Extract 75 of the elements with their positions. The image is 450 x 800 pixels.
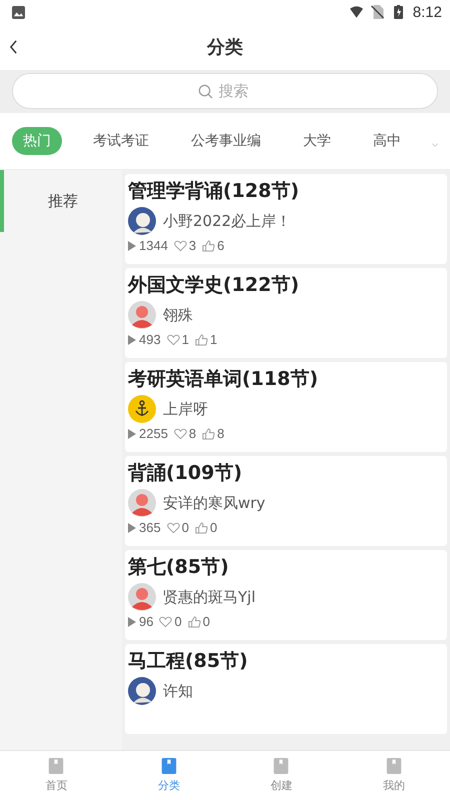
book-icon [160, 757, 177, 775]
play-icon [128, 240, 136, 250]
author-name: 翎殊 [163, 306, 193, 324]
course-card[interactable]: 第七(85节) 贤惠的斑马Yjl 96 0 0 [125, 550, 447, 640]
play-count: 96 [139, 614, 154, 629]
course-card[interactable]: 考研英语单词(118节) 上岸呀 2255 8 8 [125, 362, 447, 452]
thumbs-up-icon [202, 240, 216, 252]
favorite-count: 1 [182, 332, 189, 347]
play-count: 365 [139, 520, 161, 535]
author-name: 小野2022必上岸！ [163, 212, 292, 230]
thumbs-up-icon [194, 334, 208, 346]
course-title: 第七(85节) [128, 555, 230, 580]
course-card[interactable]: 背誦(109节) 安详的寒风wry 365 0 0 [125, 456, 447, 546]
nav-tab[interactable]: 我的 [358, 751, 429, 800]
play-count: 2255 [139, 426, 168, 441]
play-icon [128, 616, 136, 626]
like-count: 0 [210, 520, 218, 535]
thumbs-up-icon [194, 522, 208, 534]
book-icon [386, 757, 402, 775]
clock-time: 8:12 [412, 4, 442, 20]
favorite-count: 0 [182, 520, 189, 535]
course-title: 考研英语单词(118节) [128, 367, 320, 392]
favorite-count: 0 [174, 614, 182, 629]
wifi-icon [350, 5, 363, 19]
category-tab[interactable]: 考试考证 [82, 127, 160, 155]
heart-icon [166, 522, 180, 534]
like-count: 0 [202, 614, 210, 629]
play-icon [128, 334, 136, 344]
gallery-icon [12, 6, 25, 18]
heart-icon [166, 334, 180, 346]
course-title: 管理学背诵(128节) [128, 179, 300, 204]
play-count: 493 [139, 332, 161, 347]
favorite-count: 8 [188, 426, 196, 441]
user-avatar-icon [128, 301, 156, 329]
course-title: 背誦(109节) [128, 461, 244, 486]
play-icon [128, 522, 136, 532]
course-title: 外国文学史(122节) [128, 273, 300, 298]
author-name: 安详的寒风wry [163, 494, 266, 512]
nav-tab[interactable]: 创建 [246, 751, 316, 800]
course-card[interactable]: 管理学背诵(128节) 小野2022必上岸！ 1344 3 6 [125, 174, 447, 264]
nav-tab[interactable]: 首页 [21, 751, 92, 800]
course-card[interactable]: 马工程(85节) 许知 [125, 644, 447, 734]
heart-icon [159, 616, 172, 628]
anchor-icon [128, 395, 156, 423]
avatar-icon [128, 207, 156, 235]
search-field[interactable]: 搜索 [12, 73, 438, 109]
user-avatar-icon [128, 489, 156, 517]
search-input[interactable]: 搜索 [218, 82, 252, 100]
thumbs-up-icon [202, 428, 216, 440]
category-tab[interactable]: 大学 [292, 127, 342, 155]
avatar-icon [128, 677, 156, 705]
user-avatar-icon [128, 583, 156, 611]
author-name: 贤惠的斑马Yjl [163, 588, 256, 606]
search-icon [198, 84, 212, 98]
back-icon[interactable] [9, 40, 18, 54]
category-tab[interactable]: 高中 [362, 127, 412, 155]
category-tab[interactable]: 公考事业编 [180, 127, 272, 155]
author-name: 许知 [163, 682, 193, 700]
book-icon [48, 757, 64, 775]
like-count: 1 [210, 332, 218, 347]
battery-icon [392, 5, 405, 19]
course-card[interactable]: 外国文学史(122节) 翎殊 493 1 1 [125, 268, 447, 358]
play-icon [128, 428, 136, 438]
no-sim-icon [370, 5, 384, 19]
heart-icon [174, 428, 187, 440]
play-count: 1344 [139, 238, 168, 253]
favorite-count: 3 [188, 238, 196, 253]
course-title: 马工程(85节) [128, 649, 249, 674]
heart-icon [174, 240, 187, 252]
book-icon [273, 757, 290, 775]
thumbs-up-icon [188, 616, 201, 628]
like-count: 8 [217, 426, 224, 441]
like-count: 6 [217, 238, 224, 253]
author-name: 上岸呀 [163, 400, 208, 418]
page-title: 分类 [207, 36, 243, 59]
